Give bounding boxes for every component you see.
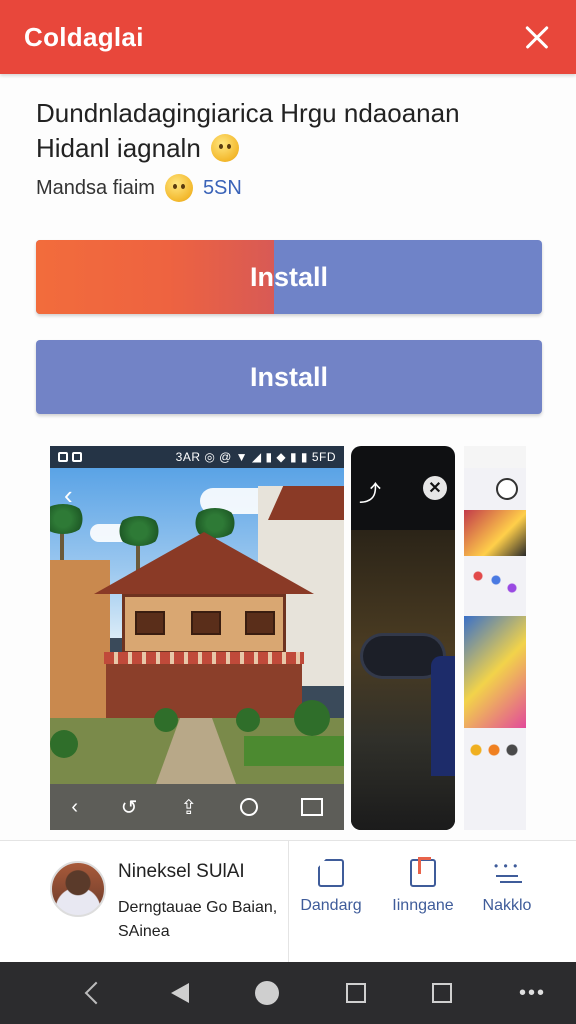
window	[245, 611, 275, 635]
window	[135, 611, 165, 635]
shrub	[236, 708, 260, 732]
recents-icon[interactable]	[345, 983, 366, 1003]
developer-card: Nineksel SUlAI Derngtauae Go Baian, SAin…	[0, 840, 576, 963]
sticker-row	[468, 566, 522, 606]
game-banner	[464, 616, 526, 728]
share-icon: ⇪	[180, 796, 198, 819]
action-dandarg[interactable]: Dandarg	[286, 859, 376, 915]
action-label: Iinngane	[392, 897, 454, 914]
document-icon	[318, 859, 344, 887]
rating-row: Mandsa fiaim 5SN	[36, 174, 242, 202]
status-app-icon	[72, 452, 82, 462]
developer-name: Nineksel SUlAI	[118, 861, 245, 882]
screenshot-3[interactable]	[464, 446, 526, 830]
home-icon[interactable]	[255, 981, 280, 1005]
window	[191, 611, 221, 635]
person	[431, 656, 455, 776]
back-chevron-icon[interactable]	[84, 981, 108, 1005]
header-title: Coldaglai	[24, 21, 144, 52]
smiley-emoji-icon	[210, 134, 239, 162]
system-nav-bar: •••	[0, 962, 576, 1024]
more-dots-icon[interactable]: •••	[519, 982, 546, 1005]
share-icon: ⤴	[359, 481, 382, 506]
rating-label: Mandsa fiaim	[36, 176, 155, 199]
shrub	[154, 708, 178, 732]
description-line-2: Hidanl iagnaln	[36, 130, 546, 166]
app-install-page: Coldaglai Dundnladagingiarica Hrgu ndaoa…	[0, 0, 576, 1024]
description-line-1: Dundnladagingiarica Hrgu ndaoanan	[36, 98, 460, 128]
home-circle-icon	[239, 798, 258, 816]
action-label: Nakklo	[482, 897, 532, 914]
close-icon[interactable]	[520, 20, 554, 54]
developer-detail-1: Derngtauae Go Baian,	[118, 899, 278, 916]
header-bar: Coldaglai	[0, 0, 576, 74]
house-roof	[94, 532, 314, 594]
screenshot-2[interactable]: ⤴ ✕	[351, 446, 455, 830]
screenshot-1[interactable]: 3AR ◎ @ ▼ ◢ ▮ ◆ ▮ ▮ 5FD ‹ ‹ ↺ ⇪	[50, 446, 344, 830]
house-upper	[122, 594, 286, 654]
emoji-row	[468, 742, 522, 758]
action-iinngane[interactable]: Iinngane	[378, 857, 468, 915]
smiley-emoji-icon	[164, 174, 193, 202]
shrub	[294, 700, 330, 736]
lawn	[244, 736, 344, 766]
screenshot-3-status-bar	[464, 446, 526, 468]
shrub	[50, 730, 78, 758]
back-triangle-icon[interactable]	[170, 983, 189, 1003]
rating-count: 5SN	[202, 176, 242, 199]
description-line-2-text: Hidanl iagnaln	[36, 133, 201, 163]
chevron-left-icon: ‹	[64, 480, 73, 510]
action-label: Dandarg	[300, 897, 362, 914]
status-left	[58, 452, 82, 462]
close-icon: ✕	[423, 476, 447, 500]
action-nakklo[interactable]: Nakklo	[462, 859, 552, 915]
app-description: Dundnladagingiarica Hrgu ndaoanan Hidanl…	[36, 96, 546, 166]
screenshot-2-toolbar: ⤴ ✕	[359, 476, 447, 508]
awning	[104, 652, 304, 664]
avatar[interactable]	[50, 861, 106, 917]
recents-square-icon	[300, 798, 323, 816]
square-icon[interactable]	[432, 983, 453, 1003]
screenshot-nav-bar: ‹ ↺ ⇪	[50, 784, 344, 830]
file-share-icon	[410, 857, 436, 887]
install-button-label: Install	[249, 261, 329, 292]
install-button[interactable]: Install	[36, 340, 542, 414]
install-button-label: Install	[249, 361, 329, 392]
app-icon	[496, 478, 518, 500]
developer-detail-2: SAinea	[118, 923, 170, 940]
status-indicators: 3AR ◎ @ ▼ ◢ ▮ ◆ ▮ ▮ 5FD	[175, 450, 336, 464]
refresh-icon: ↺	[120, 796, 138, 819]
install-button-progress[interactable]: Install	[36, 240, 542, 314]
more-icon	[494, 859, 520, 887]
install-progress-fill	[36, 240, 274, 314]
back-icon: ‹	[71, 795, 79, 818]
colorful-banner	[464, 510, 526, 556]
screenshot-status-bar: 3AR ◎ @ ▼ ◢ ▮ ◆ ▮ ▮ 5FD	[50, 446, 344, 468]
status-app-icon	[58, 452, 68, 462]
